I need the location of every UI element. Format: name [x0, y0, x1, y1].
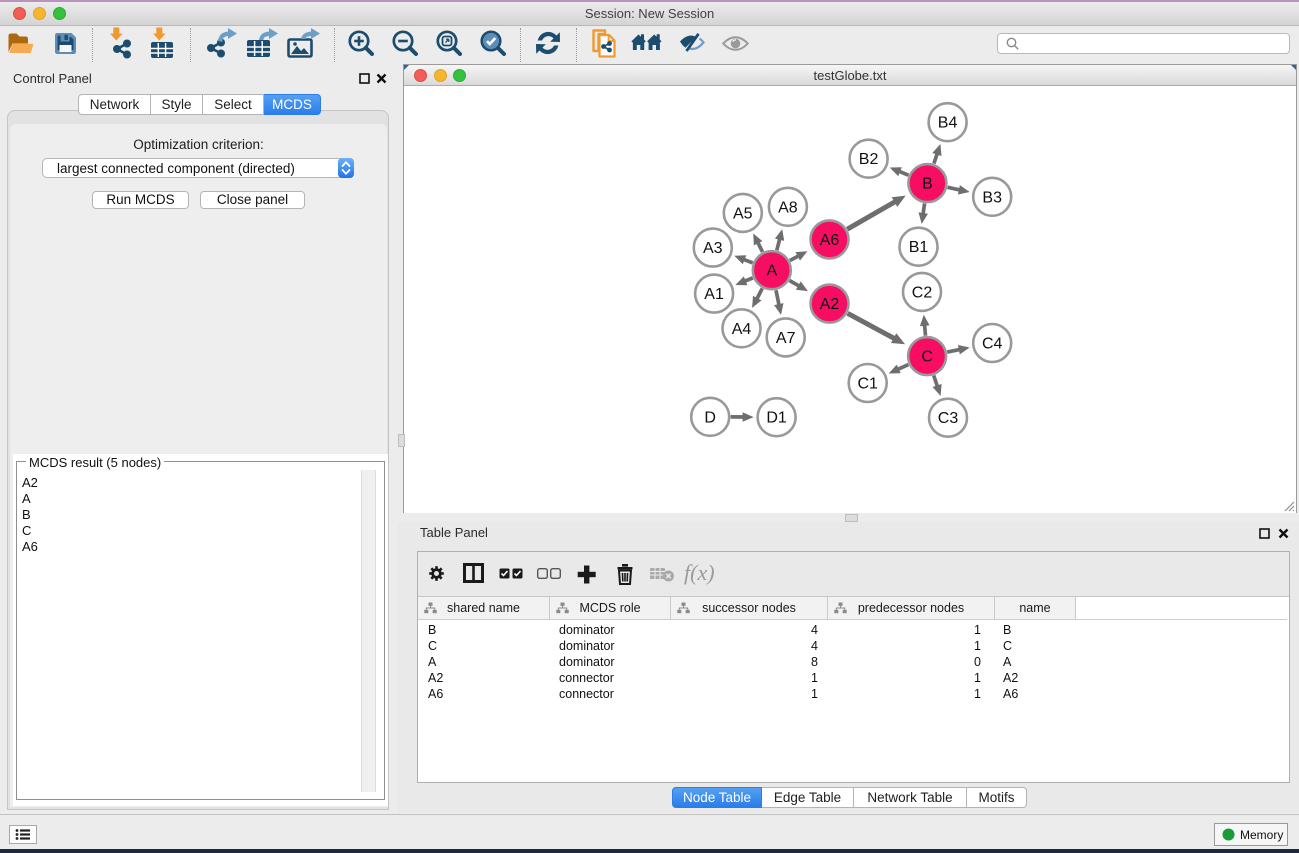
svg-text:C2: C2: [912, 284, 933, 301]
svg-text:B4: B4: [938, 115, 958, 132]
svg-text:A: A: [766, 263, 777, 280]
svg-text:B2: B2: [859, 151, 879, 168]
svg-text:C4: C4: [982, 336, 1003, 353]
svg-text:A6: A6: [820, 232, 840, 249]
svg-text:B1: B1: [909, 239, 929, 256]
svg-text:A5: A5: [733, 205, 753, 222]
svg-text:A2: A2: [820, 296, 840, 313]
svg-text:C1: C1: [857, 376, 878, 393]
svg-text:D1: D1: [766, 410, 787, 427]
svg-text:A7: A7: [776, 330, 796, 347]
svg-text:A8: A8: [778, 199, 798, 216]
svg-text:A3: A3: [703, 240, 723, 257]
svg-text:A4: A4: [732, 321, 752, 338]
svg-text:B3: B3: [982, 189, 1002, 206]
svg-text:D: D: [704, 409, 716, 426]
svg-text:A1: A1: [704, 286, 724, 303]
svg-text:C3: C3: [938, 410, 959, 427]
svg-text:C: C: [921, 349, 933, 366]
svg-text:B: B: [922, 176, 933, 193]
